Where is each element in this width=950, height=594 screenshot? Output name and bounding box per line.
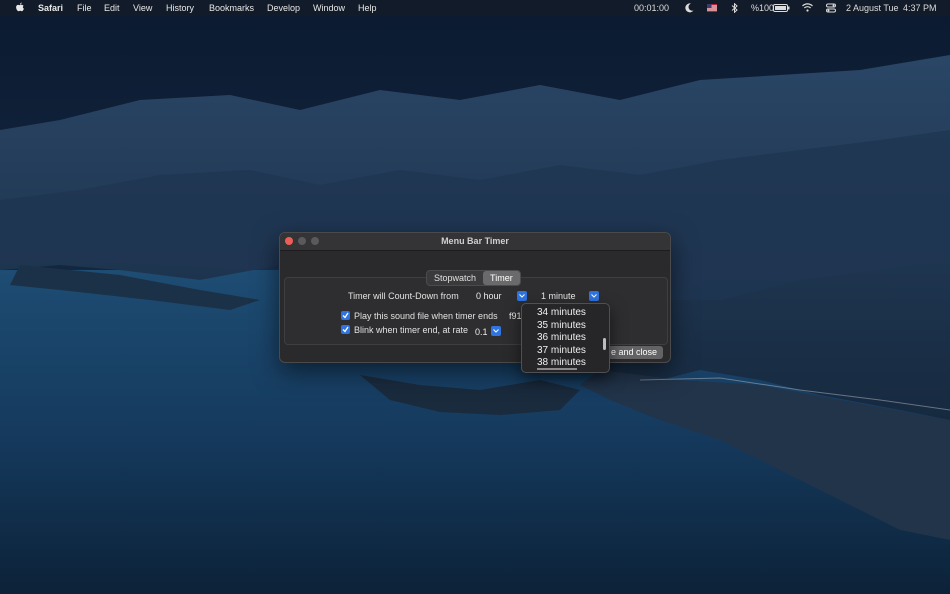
battery-percentage[interactable]: %100 [751,3,774,13]
wifi-icon[interactable] [802,3,813,12]
blink-rate-chevron-icon[interactable] [491,326,501,336]
menu-app-name[interactable]: Safari [38,3,63,13]
dropdown-option[interactable]: 36 minutes [537,332,586,343]
date-display[interactable]: 2 August Tue [846,3,899,13]
blink-label: Blink when timer end, at rate [354,325,469,335]
battery-icon[interactable] [773,4,790,12]
minute-select[interactable]: 1 minute [541,289,576,303]
menu-file[interactable]: File [77,3,92,13]
dropdown-overflow-hint [537,368,577,372]
menu-bar: Safari File Edit View History Bookmarks … [0,0,950,16]
timer-readout[interactable]: 00:01:00 [634,3,669,13]
menu-window[interactable]: Window [313,3,345,13]
dropdown-scrollbar[interactable] [603,338,606,350]
dropdown-option[interactable]: 34 minutes [537,307,586,318]
menu-develop[interactable]: Develop [267,3,300,13]
time-display[interactable]: 4:37 PM [903,3,937,13]
minute-dropdown-list: 34 minutes 35 minutes 36 minutes 37 minu… [521,303,610,373]
flag-icon[interactable] [707,4,717,12]
sound-checkbox[interactable] [341,311,350,320]
apple-icon[interactable] [14,2,25,14]
menu-bookmarks[interactable]: Bookmarks [209,3,254,13]
dropdown-option[interactable]: 35 minutes [537,320,586,331]
tab-stopwatch[interactable]: Stopwatch [427,271,483,285]
minute-chevron-icon[interactable] [589,291,599,301]
mode-segmented-control: Stopwatch Timer [426,270,521,286]
bluetooth-icon[interactable] [731,3,738,13]
menu-view[interactable]: View [133,3,152,13]
blink-checkbox[interactable] [341,325,350,334]
hour-select[interactable]: 0 hour [476,289,502,303]
dropdown-option[interactable]: 38 minutes [537,357,586,368]
control-center-icon[interactable] [826,3,836,13]
sound-file-select[interactable]: f91 [509,309,522,323]
title-bar: Menu Bar Timer [280,233,670,251]
window-title: Menu Bar Timer [441,236,509,246]
menu-bar-timer-window: Menu Bar Timer Stopwatch Timer Timer wil… [279,232,671,363]
sound-label: Play this sound file when timer ends [354,311,498,321]
blink-rate-select[interactable]: 0.1 [475,325,488,339]
menu-history[interactable]: History [166,3,194,13]
tab-timer[interactable]: Timer [483,271,520,285]
countdown-label: Timer will Count-Down from [348,291,459,301]
moon-icon[interactable] [685,3,694,13]
hour-chevron-icon[interactable] [517,291,527,301]
menu-help[interactable]: Help [358,3,377,13]
menu-edit[interactable]: Edit [104,3,120,13]
dropdown-option[interactable]: 37 minutes [537,345,586,356]
